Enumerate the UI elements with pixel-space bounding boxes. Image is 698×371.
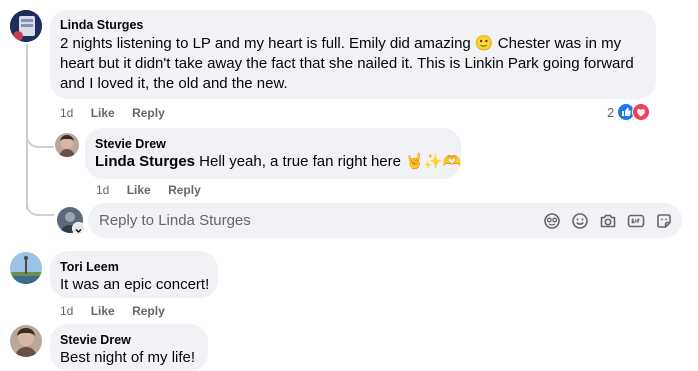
- avatar-stevie[interactable]: [55, 133, 79, 157]
- comment-bubble: Tori Leem It was an epic concert!: [50, 251, 218, 298]
- reply-author[interactable]: Stevie Drew: [95, 137, 166, 151]
- reply-input[interactable]: Reply to Linda Sturges: [88, 203, 682, 238]
- comment-time[interactable]: 1d: [60, 304, 73, 318]
- comment-bubble: Stevie Drew Best night of my life!: [50, 324, 208, 371]
- camera-icon[interactable]: [599, 212, 617, 230]
- love-reaction-icon: [632, 103, 650, 121]
- like-button[interactable]: Like: [91, 106, 115, 120]
- comment-actions: 1d Like Reply: [60, 106, 179, 120]
- reply-button[interactable]: Reply: [132, 106, 165, 120]
- reply-input-placeholder: Reply to Linda Sturges: [99, 212, 251, 229]
- reply-body: Hell yeah, a true fan right here 🤘✨🫶: [195, 153, 462, 170]
- like-button[interactable]: Like: [127, 183, 151, 197]
- reply-button[interactable]: Reply: [168, 183, 201, 197]
- sticker-icon[interactable]: [655, 212, 673, 230]
- reply-text: Linda Sturges Hell yeah, a true fan righ…: [95, 152, 461, 172]
- reply-bubble: Stevie Drew Linda Sturges Hell yeah, a t…: [85, 128, 461, 179]
- comment-bubble: Linda Sturges 2 nights listening to LP a…: [50, 10, 656, 99]
- avatar-tori[interactable]: [10, 252, 42, 284]
- like-button[interactable]: Like: [91, 304, 115, 318]
- comment-actions: 1d Like Reply: [60, 304, 179, 318]
- emoji-icon[interactable]: [571, 212, 589, 230]
- comment-author[interactable]: Tori Leem: [60, 260, 119, 274]
- reaction-count: 2: [607, 105, 615, 120]
- thread-branch-input: [26, 196, 54, 216]
- thread-branch-reply: [26, 118, 54, 148]
- avatar-stevie[interactable]: [10, 325, 42, 357]
- comment-text: Best night of my life!: [60, 349, 196, 366]
- comment-author[interactable]: Linda Sturges: [60, 18, 143, 32]
- avatar-linda[interactable]: [10, 10, 42, 42]
- comment-text: It was an epic concert!: [60, 276, 210, 293]
- comment-text-line: 2 nights listening to LP and my heart is…: [60, 35, 622, 52]
- gif-icon[interactable]: [627, 212, 645, 230]
- account-switch-chevron-icon[interactable]: [72, 222, 85, 235]
- comment-text-line: heart but it didn't take away the fact t…: [60, 55, 634, 72]
- avatar-sticker-icon[interactable]: [543, 212, 561, 230]
- comment-text-line: and I loved it, the old and the new.: [60, 75, 288, 92]
- reply-button[interactable]: Reply: [132, 304, 165, 318]
- comment-time[interactable]: 1d: [60, 106, 73, 120]
- mention-link[interactable]: Linda Sturges: [95, 153, 195, 170]
- comment-author[interactable]: Stevie Drew: [60, 333, 131, 347]
- reply-time[interactable]: 1d: [96, 183, 109, 197]
- reply-actions: 1d Like Reply: [96, 183, 215, 197]
